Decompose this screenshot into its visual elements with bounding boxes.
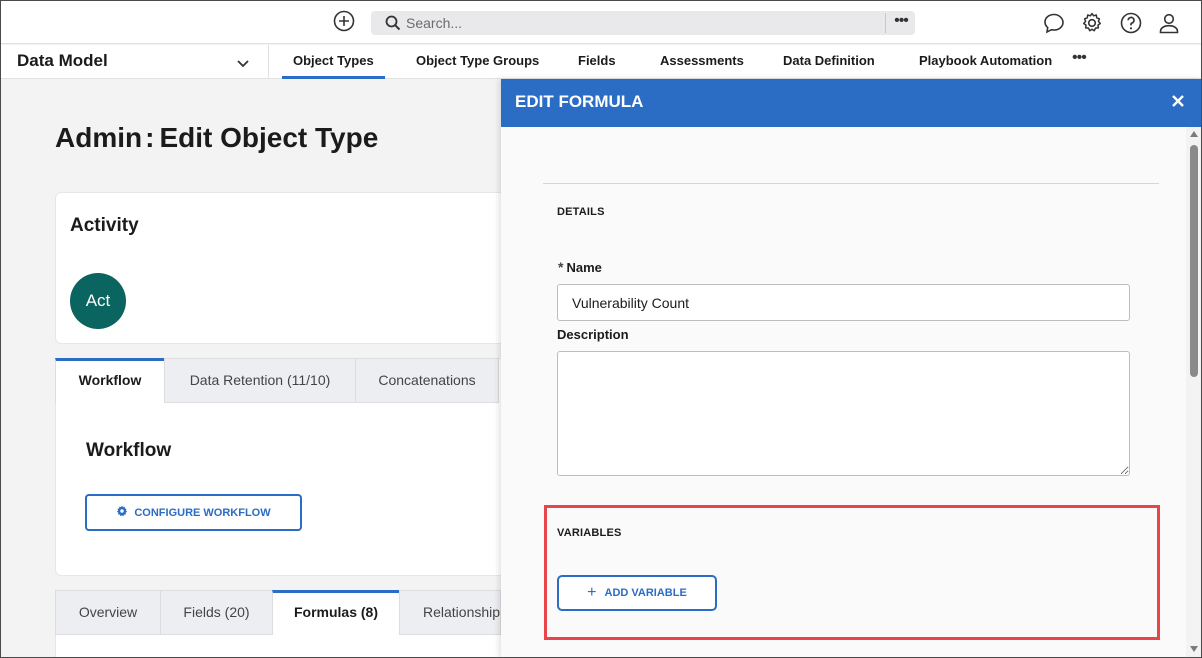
page-title: Admin: Edit Object Type bbox=[55, 122, 378, 154]
panel-scrollbar[interactable] bbox=[1186, 127, 1202, 658]
variables-highlight-box bbox=[544, 505, 1160, 640]
tab-overview[interactable]: Overview bbox=[55, 590, 161, 635]
name-label-text: Name bbox=[566, 260, 602, 275]
description-field[interactable] bbox=[557, 351, 1130, 476]
panel-title: EDIT FORMULA bbox=[515, 92, 644, 111]
nav-tab-object-types[interactable]: Object Types bbox=[282, 45, 385, 79]
gear-icon[interactable] bbox=[1080, 11, 1104, 35]
object-type-card: Activity Act bbox=[55, 192, 525, 344]
add-variable-button[interactable]: + ADD VARIABLE bbox=[557, 575, 717, 611]
details-section-label: DETAILS bbox=[557, 206, 605, 218]
plus-circle-icon[interactable] bbox=[333, 10, 355, 32]
top-bar: ••• bbox=[0, 0, 1202, 44]
nav-more-button[interactable]: ••• bbox=[1072, 49, 1087, 67]
nav-tab-data-definition[interactable]: Data Definition bbox=[783, 45, 875, 79]
configure-workflow-button[interactable]: CONFIGURE WORKFLOW bbox=[85, 494, 302, 531]
tab-fields[interactable]: Fields (20) bbox=[160, 590, 273, 635]
tab-relationships[interactable]: Relationships bbox=[399, 590, 501, 635]
edit-formula-panel: EDIT FORMULA DETAILS *Name Description V… bbox=[501, 79, 1202, 658]
workflow-heading: Workflow bbox=[86, 440, 172, 461]
help-icon[interactable] bbox=[1119, 11, 1143, 35]
page-title-main: Edit Object Type bbox=[159, 122, 379, 153]
scrollbar-thumb[interactable] bbox=[1190, 145, 1198, 377]
plus-icon: + bbox=[587, 584, 597, 601]
search-options-button[interactable]: ••• bbox=[890, 13, 912, 33]
module-label: Data Model bbox=[17, 51, 108, 70]
name-label: * Name bbox=[558, 259, 602, 275]
section-divider bbox=[543, 183, 1159, 184]
page-title-prefix: Admin bbox=[55, 122, 143, 153]
search-divider bbox=[885, 13, 886, 33]
page-title-colon: : bbox=[145, 122, 155, 153]
description-label: Description bbox=[557, 327, 629, 342]
user-icon[interactable] bbox=[1157, 11, 1181, 35]
search-input[interactable] bbox=[406, 13, 876, 33]
variables-section-label: VARIABLES bbox=[557, 527, 622, 539]
nav-tab-object-type-groups[interactable]: Object Type Groups bbox=[416, 45, 539, 79]
tab-workflow[interactable]: Workflow bbox=[55, 358, 165, 403]
configure-workflow-label: CONFIGURE WORKFLOW bbox=[134, 506, 271, 519]
tab-concatenations[interactable]: Concatenations bbox=[355, 358, 499, 403]
search-bar: ••• bbox=[371, 11, 915, 35]
required-marker: * bbox=[558, 259, 564, 275]
close-icon[interactable] bbox=[1169, 92, 1187, 110]
panel-header: EDIT FORMULA bbox=[501, 79, 1202, 127]
tab-formulas[interactable]: Formulas (8) bbox=[272, 590, 400, 635]
module-selector[interactable]: Data Model bbox=[0, 45, 269, 79]
chat-bubble-icon[interactable] bbox=[1042, 11, 1066, 35]
add-variable-label: ADD VARIABLE bbox=[604, 587, 687, 599]
search-icon bbox=[385, 15, 401, 31]
scroll-up-arrow[interactable] bbox=[1190, 131, 1198, 137]
gear-icon bbox=[116, 505, 128, 520]
nav-tab-playbook-automation[interactable]: Playbook Automation bbox=[919, 45, 1052, 79]
avatar: Act bbox=[70, 273, 126, 329]
chevron-down-icon bbox=[235, 55, 251, 71]
nav-bar: Data Model Object Types Object Type Grou… bbox=[0, 45, 1202, 79]
name-field[interactable] bbox=[557, 284, 1130, 321]
object-type-name: Activity bbox=[70, 215, 139, 236]
nav-tab-assessments[interactable]: Assessments bbox=[660, 45, 744, 79]
scroll-down-arrow[interactable] bbox=[1190, 646, 1198, 652]
nav-tab-fields[interactable]: Fields bbox=[578, 45, 616, 79]
tab-data-retention[interactable]: Data Retention (11/10) bbox=[164, 358, 356, 403]
